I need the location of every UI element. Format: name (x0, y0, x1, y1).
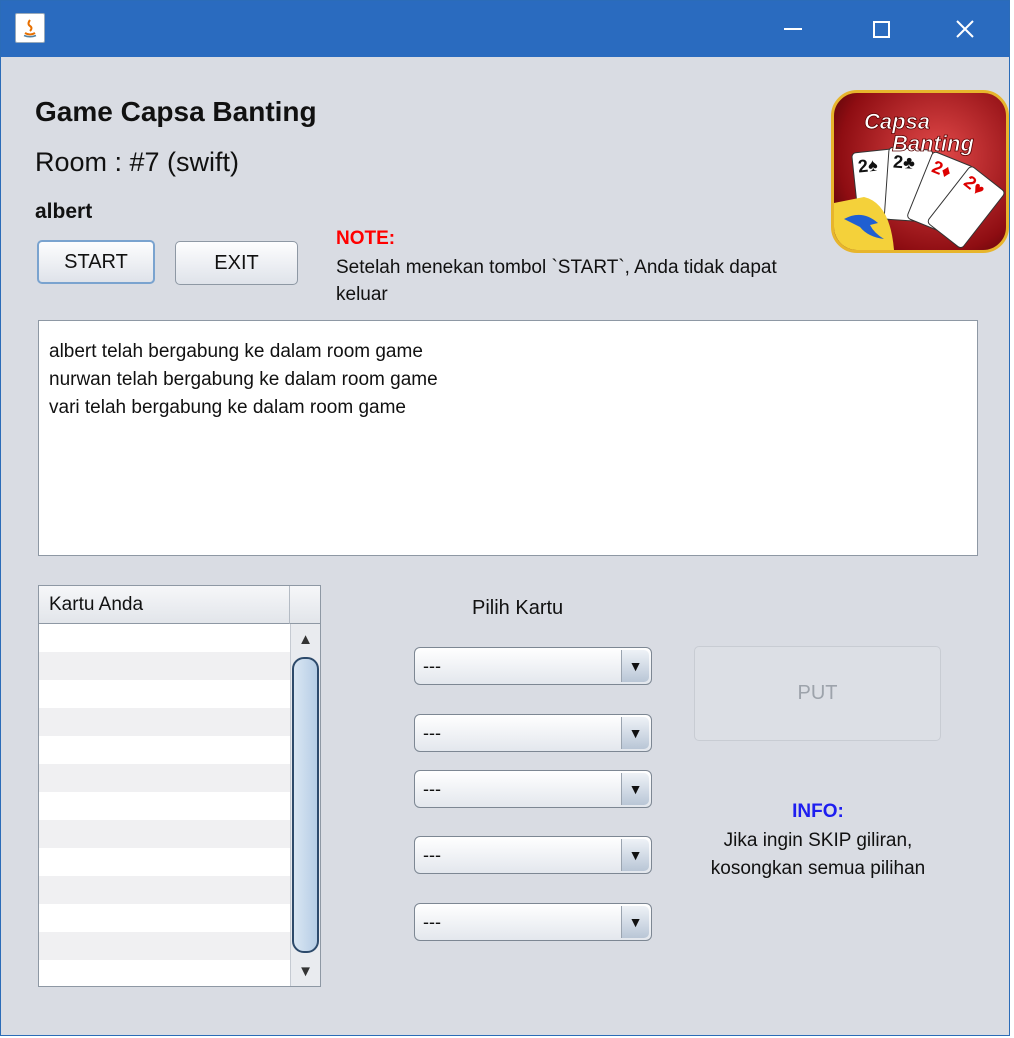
table-row[interactable] (39, 792, 290, 820)
minimize-button[interactable] (763, 1, 823, 57)
log-line: nurwan telah bergabung ke dalam room gam… (49, 369, 438, 390)
card-select-value: --- (423, 779, 441, 799)
note-heading: NOTE: (336, 228, 396, 249)
chevron-down-icon[interactable]: ▼ (621, 773, 649, 805)
table-row[interactable] (39, 932, 290, 960)
close-button[interactable] (935, 1, 995, 57)
card-select-5[interactable]: --- ▼ (414, 903, 652, 941)
cards-table-header[interactable]: Kartu Anda (39, 586, 290, 624)
info-heading: INFO: (792, 801, 844, 822)
log-line: albert telah bergabung ke dalam room gam… (49, 341, 423, 362)
chevron-down-icon[interactable]: ▼ (621, 650, 649, 682)
chevron-down-icon[interactable]: ▼ (621, 839, 649, 871)
game-log[interactable]: albert telah bergabung ke dalam room gam… (38, 320, 978, 556)
note-text: Setelah menekan tombol `START`, Anda tid… (336, 257, 777, 305)
cards-table-body[interactable] (39, 624, 290, 986)
maximize-icon (872, 20, 890, 38)
put-button[interactable]: PUT (694, 646, 941, 741)
table-row[interactable] (39, 848, 290, 876)
table-row[interactable] (39, 624, 290, 652)
table-row[interactable] (39, 708, 290, 736)
table-row[interactable] (39, 904, 290, 932)
vertical-scrollbar[interactable]: ▲ ▼ (290, 624, 320, 986)
room-label: Room : #7 (swift) (35, 147, 240, 177)
close-icon (956, 20, 974, 38)
table-corner (290, 586, 320, 624)
card-select-1[interactable]: --- ▼ (414, 647, 652, 685)
table-row[interactable] (39, 736, 290, 764)
log-line: vari telah bergabung ke dalam room game (49, 397, 406, 418)
table-row[interactable] (39, 820, 290, 848)
table-row[interactable] (39, 652, 290, 680)
chevron-down-icon[interactable]: ▼ (621, 717, 649, 749)
start-button[interactable]: START (37, 240, 155, 284)
scrollbar-thumb[interactable] (292, 657, 319, 953)
card-select-value: --- (423, 845, 441, 865)
scroll-down-icon[interactable]: ▼ (291, 956, 320, 986)
card-select-value: --- (423, 912, 441, 932)
table-row[interactable] (39, 764, 290, 792)
card-select-2[interactable]: --- ▼ (414, 714, 652, 752)
card-select-4[interactable]: --- ▼ (414, 836, 652, 874)
table-row[interactable] (39, 876, 290, 904)
card-select-value: --- (423, 656, 441, 676)
cards-table[interactable]: Kartu Anda ▲ ▼ (38, 585, 321, 987)
info-text: Jika ingin SKIP giliran, kosongkan semua… (710, 830, 926, 879)
username-label: albert (35, 200, 93, 223)
table-row[interactable] (39, 960, 290, 986)
minimize-icon (784, 28, 802, 30)
app-window: Game Capsa Banting Room : #7 (swift) alb… (0, 0, 1010, 1036)
java-app-icon[interactable] (15, 13, 45, 43)
table-row[interactable] (39, 680, 290, 708)
title-bar (1, 1, 1009, 57)
exit-button[interactable]: EXIT (175, 241, 298, 285)
svg-text:Banting: Banting (892, 131, 974, 156)
card-select-value: --- (423, 723, 441, 743)
scroll-up-icon[interactable]: ▲ (291, 624, 320, 654)
svg-text:2♠: 2♠ (857, 155, 879, 177)
game-title: Game Capsa Banting (35, 96, 317, 127)
maximize-button[interactable] (851, 1, 911, 57)
capsa-banting-logo: 2♠ 2♣ 2♦ 2♥ Capsa Banting (831, 90, 1009, 253)
chevron-down-icon[interactable]: ▼ (621, 906, 649, 938)
pilih-kartu-label: Pilih Kartu (472, 597, 564, 619)
card-select-3[interactable]: --- ▼ (414, 770, 652, 808)
